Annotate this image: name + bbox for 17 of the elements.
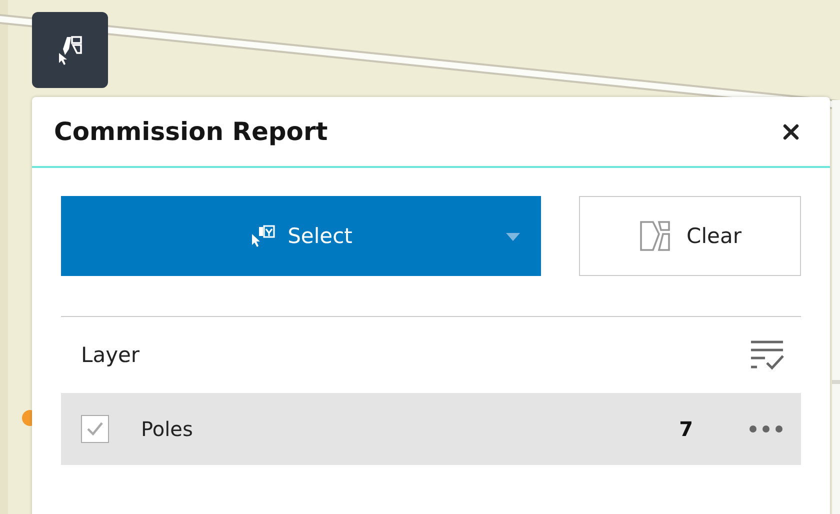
clear-selection-icon: [638, 220, 671, 252]
panel-title: Commission Report: [54, 117, 328, 146]
cursor-select-icon: [250, 224, 276, 248]
select-button[interactable]: Select: [61, 196, 541, 276]
layer-name: Poles: [141, 417, 194, 441]
more-icon[interactable]: [749, 425, 783, 433]
feature-count: 7: [679, 417, 693, 441]
filter-list-icon[interactable]: [749, 339, 785, 371]
layer-header: Layer: [81, 343, 140, 367]
caret-icon: [505, 232, 521, 242]
close-icon[interactable]: [782, 122, 800, 140]
map-marker-icon[interactable]: [22, 410, 32, 426]
clear-button[interactable]: Clear: [579, 196, 801, 276]
layer-row[interactable]: Poles 7: [61, 393, 801, 465]
cursor-select-icon: [57, 35, 83, 65]
layer-checkbox[interactable]: [81, 415, 109, 443]
select-tool-button[interactable]: [32, 12, 108, 88]
